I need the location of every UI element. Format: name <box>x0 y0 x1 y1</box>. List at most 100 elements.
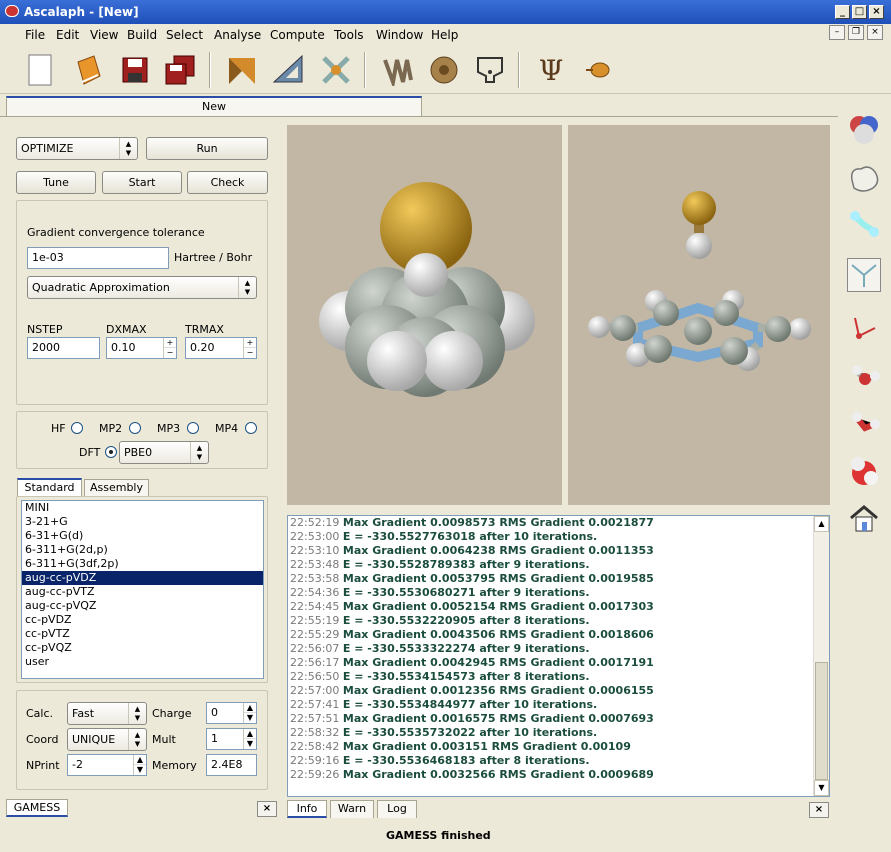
measure-icon[interactable] <box>268 50 308 90</box>
gradient-tolerance-input[interactable]: 1e-03 <box>27 247 169 269</box>
save-icon[interactable] <box>115 50 155 90</box>
list-item[interactable]: cc-pVDZ <box>22 613 263 627</box>
psi-icon[interactable]: Ψ <box>531 50 571 90</box>
log-line: 22:57:00 Max Gradient 0.0012356 RMS Grad… <box>288 684 829 698</box>
mp4-radio[interactable] <box>245 422 257 434</box>
open-book-icon[interactable] <box>68 50 108 90</box>
basis-set-list[interactable]: MINI 3-21+G 6-31+G(d) 6-311+G(2d,p) 6-31… <box>21 500 264 679</box>
menu-analyse[interactable]: Analyse <box>214 28 261 42</box>
tab-gamess[interactable]: GAMESS <box>6 799 68 817</box>
wireframe-icon[interactable] <box>847 258 881 292</box>
list-item[interactable]: MINI <box>22 501 263 515</box>
maximize-button[interactable]: □ <box>852 5 867 19</box>
scroll-up-icon[interactable]: ▲ <box>814 516 829 532</box>
menu-file[interactable]: File <box>25 28 45 42</box>
app-icon <box>5 5 19 17</box>
dxmax-input[interactable]: 0.10 + − <box>106 337 177 359</box>
list-item[interactable]: 6-31+G(d) <box>22 529 263 543</box>
menu-compute[interactable]: Compute <box>270 28 325 42</box>
close-log-button[interactable]: × <box>809 802 829 818</box>
mult-input[interactable]: 1 ▲ ▼ <box>206 728 257 750</box>
scroll-thumb[interactable] <box>815 662 828 780</box>
water-stick-icon[interactable] <box>847 406 881 440</box>
list-item[interactable]: 6-311+G(3df,2p) <box>22 557 263 571</box>
mp2-radio[interactable] <box>129 422 141 434</box>
minimize-button[interactable]: _ <box>835 5 850 19</box>
menu-build[interactable]: Build <box>127 28 157 42</box>
hf-radio[interactable] <box>71 422 83 434</box>
potential-icon[interactable] <box>470 50 510 90</box>
nstep-input[interactable]: 2000 <box>27 337 100 359</box>
tune-button[interactable]: Tune <box>16 171 96 194</box>
trmax-input[interactable]: 0.20 + − <box>185 337 257 359</box>
mdi-restore-button[interactable]: ❐ <box>848 25 864 40</box>
list-item[interactable]: user <box>22 655 263 669</box>
log-time: 22:59:26 <box>290 768 340 781</box>
run-type-select[interactable]: OPTIMIZE ▲ ▼ <box>16 137 138 160</box>
sticks-icon[interactable] <box>847 310 881 344</box>
list-item[interactable]: cc-pVTZ <box>22 627 263 641</box>
log-output[interactable]: 22:52:19 Max Gradient 0.0098573 RMS Grad… <box>287 515 830 797</box>
menu-help[interactable]: Help <box>431 28 458 42</box>
close-panel-button[interactable]: × <box>257 801 277 817</box>
status-text: GAMESS finished <box>386 829 491 842</box>
memory-input[interactable]: 2.4E8 <box>206 754 257 776</box>
menu-select[interactable]: Select <box>166 28 203 42</box>
viewport-left[interactable] <box>287 125 562 505</box>
tab-log[interactable]: Log <box>377 800 417 818</box>
run-button[interactable]: Run <box>146 137 268 160</box>
list-item-selected[interactable]: aug-cc-pVDZ <box>22 571 263 585</box>
spacefill-icon[interactable] <box>847 112 881 146</box>
charge-input[interactable]: 0 ▲ ▼ <box>206 702 257 724</box>
nprint-input[interactable]: -2 ▲ ▼ <box>67 754 147 776</box>
mult-stepper[interactable]: ▲ ▼ <box>243 729 256 749</box>
charge-stepper[interactable]: ▲ ▼ <box>243 703 256 723</box>
dxmax-stepper[interactable]: + − <box>163 338 176 358</box>
surface-icon[interactable] <box>847 162 881 196</box>
trmax-stepper[interactable]: + − <box>243 338 256 358</box>
mp3-radio[interactable] <box>187 422 199 434</box>
start-button[interactable]: Start <box>102 171 182 194</box>
list-item[interactable]: cc-pVQZ <box>22 641 263 655</box>
water-sphere-icon[interactable] <box>847 454 881 488</box>
mdi-close-button[interactable]: × <box>867 25 883 40</box>
chevron-updown-icon: ▲ ▼ <box>119 138 137 159</box>
protein-icon[interactable] <box>378 50 418 90</box>
list-item[interactable]: 3-21+G <box>22 515 263 529</box>
tab-new-document[interactable]: New <box>6 96 422 116</box>
check-button[interactable]: Check <box>187 171 268 194</box>
log-line: 22:58:42 Max Gradient 0.003151 RMS Gradi… <box>288 740 829 754</box>
pointer-icon[interactable] <box>578 50 618 90</box>
dft-functional-select[interactable]: PBE0 ▲ ▼ <box>119 441 209 464</box>
list-item[interactable]: aug-cc-pVQZ <box>22 599 263 613</box>
tools-icon[interactable] <box>316 50 356 90</box>
calc-select[interactable]: Fast ▲ ▼ <box>67 702 147 725</box>
ball-stick-icon[interactable] <box>847 208 881 242</box>
viewport-right[interactable] <box>568 125 830 505</box>
nprint-stepper[interactable]: ▲ ▼ <box>133 755 146 775</box>
scroll-down-icon[interactable]: ▼ <box>814 780 829 796</box>
mdi-minimize-button[interactable]: – <box>829 25 845 40</box>
dft-radio[interactable] <box>105 446 117 458</box>
menu-tools[interactable]: Tools <box>334 28 364 42</box>
coord-select[interactable]: UNIQUE ▲ ▼ <box>67 728 147 751</box>
tab-info[interactable]: Info <box>287 800 327 818</box>
log-time: 22:56:07 <box>290 642 340 655</box>
tab-warn[interactable]: Warn <box>330 800 374 818</box>
shell-icon[interactable] <box>424 50 464 90</box>
new-document-icon[interactable] <box>20 50 60 90</box>
menu-edit[interactable]: Edit <box>56 28 79 42</box>
close-button[interactable]: × <box>869 5 884 19</box>
water-ball-icon[interactable] <box>847 358 881 392</box>
log-scrollbar[interactable]: ▲ ▼ <box>813 516 829 796</box>
list-item[interactable]: 6-311+G(2d,p) <box>22 543 263 557</box>
list-item[interactable]: aug-cc-pVTZ <box>22 585 263 599</box>
dock-icon[interactable] <box>222 50 262 90</box>
optimizer-method-select[interactable]: Quadratic Approximation ▲ ▼ <box>27 276 257 299</box>
menu-view[interactable]: View <box>90 28 118 42</box>
save-all-icon[interactable] <box>160 50 200 90</box>
menu-window[interactable]: Window <box>376 28 423 42</box>
tab-standard[interactable]: Standard <box>17 478 82 496</box>
tab-assembly[interactable]: Assembly <box>84 479 149 497</box>
home-icon[interactable] <box>847 502 881 536</box>
